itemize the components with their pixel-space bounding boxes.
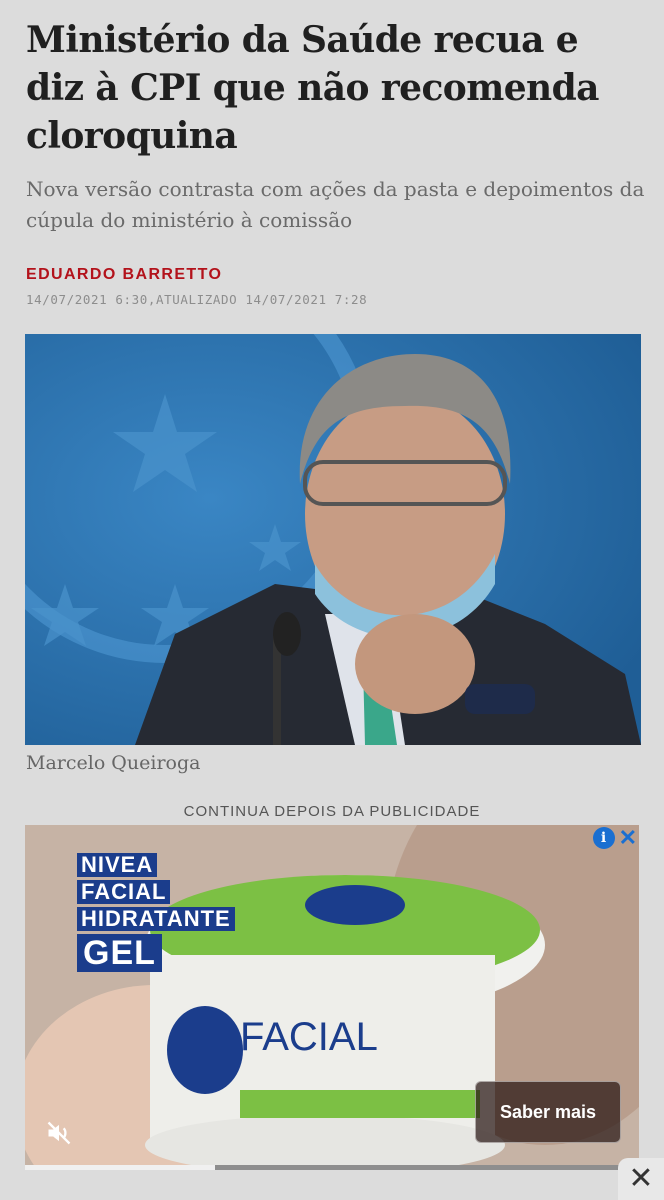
article-photo <box>25 334 641 745</box>
advertisement[interactable]: FACIAL NIVEA FACIAL HIDRATANTE GEL i ✕ S… <box>25 825 639 1170</box>
ad-brand-line: NIVEA <box>77 853 158 877</box>
saber-mais-button[interactable]: Saber mais <box>475 1081 621 1143</box>
close-overlay-button[interactable]: ✕ <box>618 1158 664 1200</box>
article-headline: Ministério da Saúde recua e diz à CPI qu… <box>26 19 599 157</box>
ad-disclaimer: CONTINUA DEPOIS DA PUBLICIDADE <box>183 803 481 820</box>
article-subtitle: Nova versão contrasta com ações da pasta… <box>26 177 645 232</box>
svg-text:FACIAL: FACIAL <box>240 1015 378 1059</box>
volume-mute-icon[interactable] <box>45 1119 73 1147</box>
photo-caption: Marcelo Queiroga <box>26 752 201 774</box>
ad-progress-fill <box>25 1165 216 1170</box>
ad-brand-block: NIVEA FACIAL HIDRATANTE GEL <box>77 853 235 972</box>
info-icon[interactable]: i <box>592 827 615 849</box>
ad-brand-line: HIDRATANTE <box>77 907 235 931</box>
close-icon[interactable]: ✕ <box>619 827 637 849</box>
ad-progress-bar <box>25 1165 639 1170</box>
publish-dates: 14/07/2021 6:30,ATUALIZADO 14/07/2021 7:… <box>26 292 368 307</box>
ad-choices[interactable]: i ✕ <box>592 827 637 849</box>
ad-brand-line: GEL <box>77 934 162 972</box>
author-link[interactable]: EDUARDO BARRETTO <box>26 266 222 284</box>
ad-brand-line: FACIAL <box>77 880 171 904</box>
